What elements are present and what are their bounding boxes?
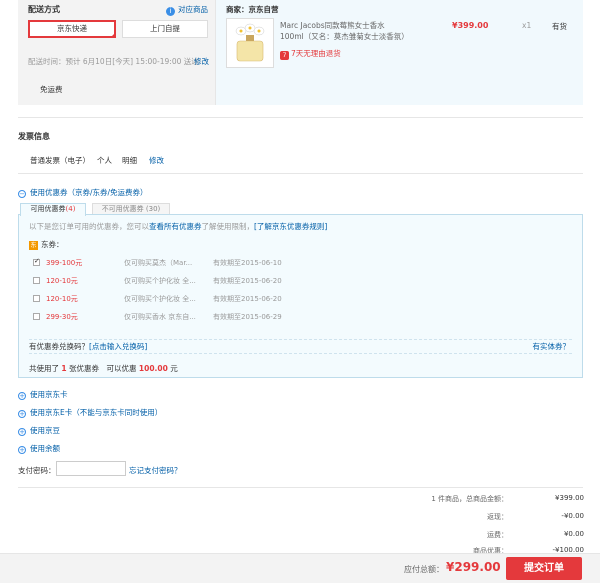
coupon-group-header: 东东券：: [29, 240, 64, 250]
invoice-modify-link[interactable]: 修改: [149, 155, 164, 166]
total-amount: ¥299.00: [446, 560, 501, 574]
coupon-value: 299-30元: [46, 313, 78, 321]
summary-label: 返现：: [487, 513, 508, 521]
divider: [18, 487, 583, 488]
coupon-expire: 有效期至2015-06-29: [213, 313, 282, 321]
divider: [29, 353, 572, 354]
coupon-value: 120-10元: [46, 295, 78, 303]
checkout-bar: 应付总额： ¥299.00 提交订单: [0, 553, 600, 583]
expand-icon: +: [18, 410, 26, 418]
expand-icon: +: [18, 392, 26, 400]
return-policy: 7 7天无理由退货: [280, 48, 341, 60]
summary-value: ¥399.00: [555, 494, 584, 502]
coupon-desc: 仅可购买个护化妆 全...: [124, 277, 196, 285]
coupon-expire: 有效期至2015-06-10: [213, 259, 282, 267]
pay-password-input[interactable]: [56, 461, 126, 476]
summary-value: ¥0.00: [563, 530, 584, 538]
free-shipping-label: 免运费: [40, 85, 63, 94]
coupon-toggle[interactable]: − 使用优惠券（京券/东券/免运费券）: [18, 187, 148, 198]
order-panel: 商家：京东自营 Marc Jacobs同款莓熊女士香水 100ml（又名：莫杰雏…: [216, 0, 583, 105]
submit-order-button[interactable]: 提交订单: [506, 557, 582, 580]
tab-available-coupons[interactable]: 可用优惠券(4): [20, 203, 86, 216]
return-badge-icon: 7: [280, 51, 289, 60]
coupon-desc: 仅可购买莫杰（Mar...: [124, 259, 193, 267]
order-shipment-block: 配送方式 i 对应商品 京东快递 上门自提 配送时间：预计 6月10日[今天] 1…: [18, 0, 583, 105]
dong-coupon-icon: 东: [29, 241, 38, 250]
product-qty: x1: [522, 21, 532, 30]
coupon-expire: 有效期至2015-06-20: [213, 277, 282, 285]
invoice-type: 普通发票（电子）: [30, 156, 90, 165]
invoice-person: 个人: [97, 156, 112, 165]
coupon-used-summary: 共使用了 1 张优惠券 可以优惠 100.00 元: [29, 364, 178, 373]
product-image[interactable]: [226, 18, 274, 68]
invoice-title: 发票信息: [18, 132, 50, 141]
product-name-link[interactable]: Marc Jacobs同款莓熊女士香水 100ml（又名：莫杰雏菊女士淡香氛）: [280, 20, 409, 42]
use-jd-beans[interactable]: + 使用京豆: [18, 425, 60, 436]
coupon-rules-link[interactable]: [了解京东优惠券规则]: [254, 222, 327, 231]
pay-password-label: 支付密码：: [18, 466, 56, 475]
expand-icon: +: [18, 428, 26, 436]
coupon-desc: 仅可购买香水 京东自...: [124, 313, 196, 321]
divider: [29, 339, 572, 340]
collapse-icon: −: [18, 190, 26, 198]
use-jd-ecard[interactable]: + 使用京东E卡（不能与京东卡同时使用）: [18, 407, 162, 418]
use-jd-card[interactable]: + 使用京东卡: [18, 389, 68, 400]
coupon-panel: 以下是您订单可用的优惠券，您可以查看所有优惠券了解使用限制，[了解京东优惠券规则…: [18, 214, 583, 378]
coupon-checkbox[interactable]: [33, 277, 40, 284]
coupon-expire: 有效期至2015-06-20: [213, 295, 282, 303]
summary-label: 1 件商品，总商品金额：: [431, 495, 508, 503]
physical-coupon-link[interactable]: 有实体券？: [533, 341, 571, 352]
coupon-checkbox[interactable]: [33, 295, 40, 302]
divider: [18, 173, 583, 174]
summary-value: -¥0.00: [561, 512, 584, 520]
perfume-bottle-image: [235, 23, 265, 62]
delivery-option-pickup[interactable]: 上门自提: [122, 20, 208, 38]
divider: [18, 117, 583, 118]
delivery-panel: 配送方式 i 对应商品 京东快递 上门自提 配送时间：预计 6月10日[今天] 1…: [18, 0, 216, 105]
total-label: 应付总额：: [404, 565, 444, 574]
forgot-password-link[interactable]: 忘记支付密码？: [129, 465, 182, 476]
invoice-detail: 明细: [122, 156, 137, 165]
delivery-title: 配送方式: [28, 5, 60, 14]
redeem-code: 有优惠券兑换码？[点击输入兑换码]: [29, 342, 148, 351]
product-price: ¥399.00: [452, 21, 489, 30]
stock-status: 有货: [552, 22, 567, 31]
coupon-checkbox[interactable]: [33, 313, 40, 320]
seller: 商家：京东自营: [226, 5, 279, 14]
delivery-option-jd[interactable]: 京东快递: [28, 20, 116, 38]
coupon-desc: 仅可购买个护化妆 全...: [124, 295, 196, 303]
summary-label: 运费：: [487, 531, 508, 539]
expand-icon: +: [18, 446, 26, 454]
coupon-checkbox[interactable]: [33, 257, 40, 266]
info-icon: i: [166, 7, 175, 16]
delivery-time: 配送时间：预计 6月10日[今天] 15:00-19:00 送达: [28, 57, 199, 66]
delivery-modify-link[interactable]: 修改: [194, 56, 209, 67]
coupon-notice: 以下是您订单可用的优惠券，您可以查看所有优惠券了解使用限制，[了解京东优惠券规则…: [29, 222, 328, 231]
coupon-value: 399-100元: [46, 259, 83, 267]
redeem-code-link[interactable]: [点击输入兑换码]: [89, 342, 147, 351]
match-products-link[interactable]: i 对应商品: [166, 4, 208, 16]
view-all-coupons-link[interactable]: 查看所有优惠券: [149, 222, 202, 231]
use-balance[interactable]: + 使用余额: [18, 443, 60, 454]
coupon-value: 120-10元: [46, 277, 78, 285]
